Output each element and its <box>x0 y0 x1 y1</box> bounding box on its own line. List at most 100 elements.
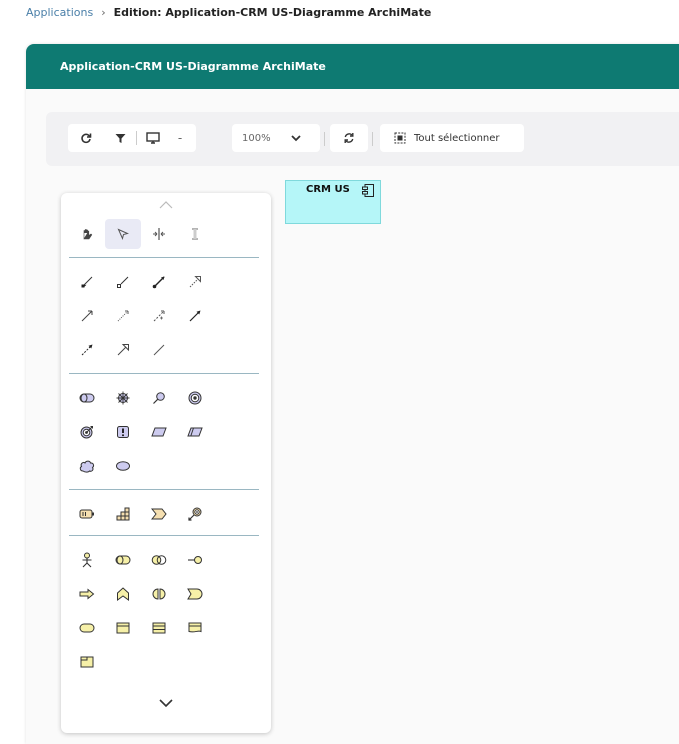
chevron-up-icon <box>159 201 173 209</box>
breadcrumb-separator: › <box>101 6 106 19</box>
flow-icon <box>81 344 93 356</box>
diagram-node-crm-us[interactable]: CRM US <box>285 180 381 224</box>
sync-button[interactable] <box>330 124 368 152</box>
outcome-icon <box>80 426 93 439</box>
value-tool[interactable] <box>105 451 141 481</box>
capability-tool[interactable] <box>105 499 141 529</box>
palette-row-business-3 <box>69 613 213 643</box>
outcome-tool[interactable] <box>69 417 105 447</box>
display-button[interactable] <box>137 124 169 152</box>
flow-tool[interactable] <box>69 335 105 365</box>
business-function-tool[interactable] <box>105 579 141 609</box>
business-function-icon <box>117 587 129 601</box>
select-all-icon <box>394 132 406 144</box>
specialization-icon <box>117 344 129 356</box>
page-title: Application-CRM US-Diagramme ArchiMate <box>26 44 679 89</box>
contract-tool[interactable] <box>141 613 177 643</box>
assessment-tool[interactable] <box>141 383 177 413</box>
palette-divider <box>69 373 259 374</box>
product-icon <box>80 656 94 668</box>
business-actor-icon <box>82 552 92 568</box>
pointer-tool[interactable] <box>105 219 141 249</box>
triggering-tool[interactable] <box>177 301 213 331</box>
business-actor-tool[interactable] <box>69 545 105 575</box>
hand-tool[interactable] <box>69 219 105 249</box>
marquee-tool[interactable] <box>177 219 213 249</box>
meaning-tool[interactable] <box>69 451 105 481</box>
palette-row-strategy <box>69 499 213 529</box>
business-event-icon <box>187 588 203 600</box>
business-collaboration-icon <box>151 555 167 565</box>
select-all-button[interactable]: Tout sélectionner <box>380 124 524 152</box>
chevron-down-icon <box>159 699 173 708</box>
palette-scroll-down-button[interactable] <box>61 699 271 708</box>
course-of-action-tool[interactable] <box>177 499 213 529</box>
palette-row-relations-3 <box>69 335 177 365</box>
toolbar-separator <box>324 132 325 146</box>
business-interaction-tool[interactable] <box>141 579 177 609</box>
requirement-tool[interactable] <box>141 417 177 447</box>
contract-icon <box>152 622 166 634</box>
resource-icon <box>79 509 94 519</box>
business-process-tool[interactable] <box>69 579 105 609</box>
business-process-icon <box>79 588 95 600</box>
access-tool[interactable] <box>105 301 141 331</box>
business-service-tool[interactable] <box>69 613 105 643</box>
palette-row-tools <box>69 219 213 249</box>
refresh-button[interactable] <box>68 124 104 152</box>
serving-icon <box>81 310 93 322</box>
business-event-tool[interactable] <box>177 579 213 609</box>
palette-row-relations-1 <box>69 267 213 297</box>
goal-tool[interactable] <box>177 383 213 413</box>
toolbar-group-view: - <box>68 124 196 152</box>
palette-row-motivation-1 <box>69 383 213 413</box>
diagram-toolbar: - 100% Tout sélectionner <box>46 112 679 166</box>
business-object-tool[interactable] <box>105 613 141 643</box>
refresh-icon <box>81 133 92 144</box>
palette-row-relations-2 <box>69 301 213 331</box>
assignment-tool[interactable] <box>141 267 177 297</box>
palette-row-business-4 <box>69 647 105 677</box>
zoom-select[interactable]: 100% <box>232 124 320 152</box>
constraint-tool[interactable] <box>177 417 213 447</box>
value-icon <box>116 461 130 471</box>
palette-scroll-up-button[interactable] <box>61 201 271 209</box>
display-dropdown[interactable]: - <box>169 124 191 152</box>
serving-tool[interactable] <box>69 301 105 331</box>
influence-tool[interactable] <box>141 301 177 331</box>
business-interaction-icon <box>152 588 166 600</box>
assignment-icon <box>152 276 165 289</box>
business-role-tool[interactable] <box>105 545 141 575</box>
course-of-action-icon <box>188 507 202 521</box>
zoom-value: 100% <box>242 132 271 144</box>
value-stream-tool[interactable] <box>141 499 177 529</box>
business-object-icon <box>116 622 130 634</box>
breadcrumb-applications-link[interactable]: Applications <box>26 6 93 19</box>
composition-icon <box>81 276 93 288</box>
palette-divider <box>69 489 259 490</box>
principle-icon <box>117 426 129 438</box>
representation-tool[interactable] <box>177 613 213 643</box>
product-tool[interactable] <box>69 647 105 677</box>
breadcrumb-current: Edition: Application-CRM US-Diagramme Ar… <box>113 6 432 19</box>
palette-divider <box>69 257 259 258</box>
principle-tool[interactable] <box>105 417 141 447</box>
hand-icon <box>83 229 93 240</box>
business-collaboration-tool[interactable] <box>141 545 177 575</box>
specialization-tool[interactable] <box>105 335 141 365</box>
aggregation-tool[interactable] <box>105 267 141 297</box>
stakeholder-tool[interactable] <box>69 383 105 413</box>
filter-button[interactable] <box>104 124 136 152</box>
palette-row-business-2 <box>69 579 213 609</box>
driver-tool[interactable] <box>105 383 141 413</box>
filter-icon <box>115 133 125 143</box>
triggering-icon <box>189 310 201 322</box>
composition-tool[interactable] <box>69 267 105 297</box>
business-interface-tool[interactable] <box>177 545 213 575</box>
constraint-icon <box>187 427 203 437</box>
breadcrumb: Applications › Edition: Application-CRM … <box>26 6 431 19</box>
resource-tool[interactable] <box>69 499 105 529</box>
realization-tool[interactable] <box>177 267 213 297</box>
association-tool[interactable] <box>141 335 177 365</box>
split-tool[interactable] <box>141 219 177 249</box>
